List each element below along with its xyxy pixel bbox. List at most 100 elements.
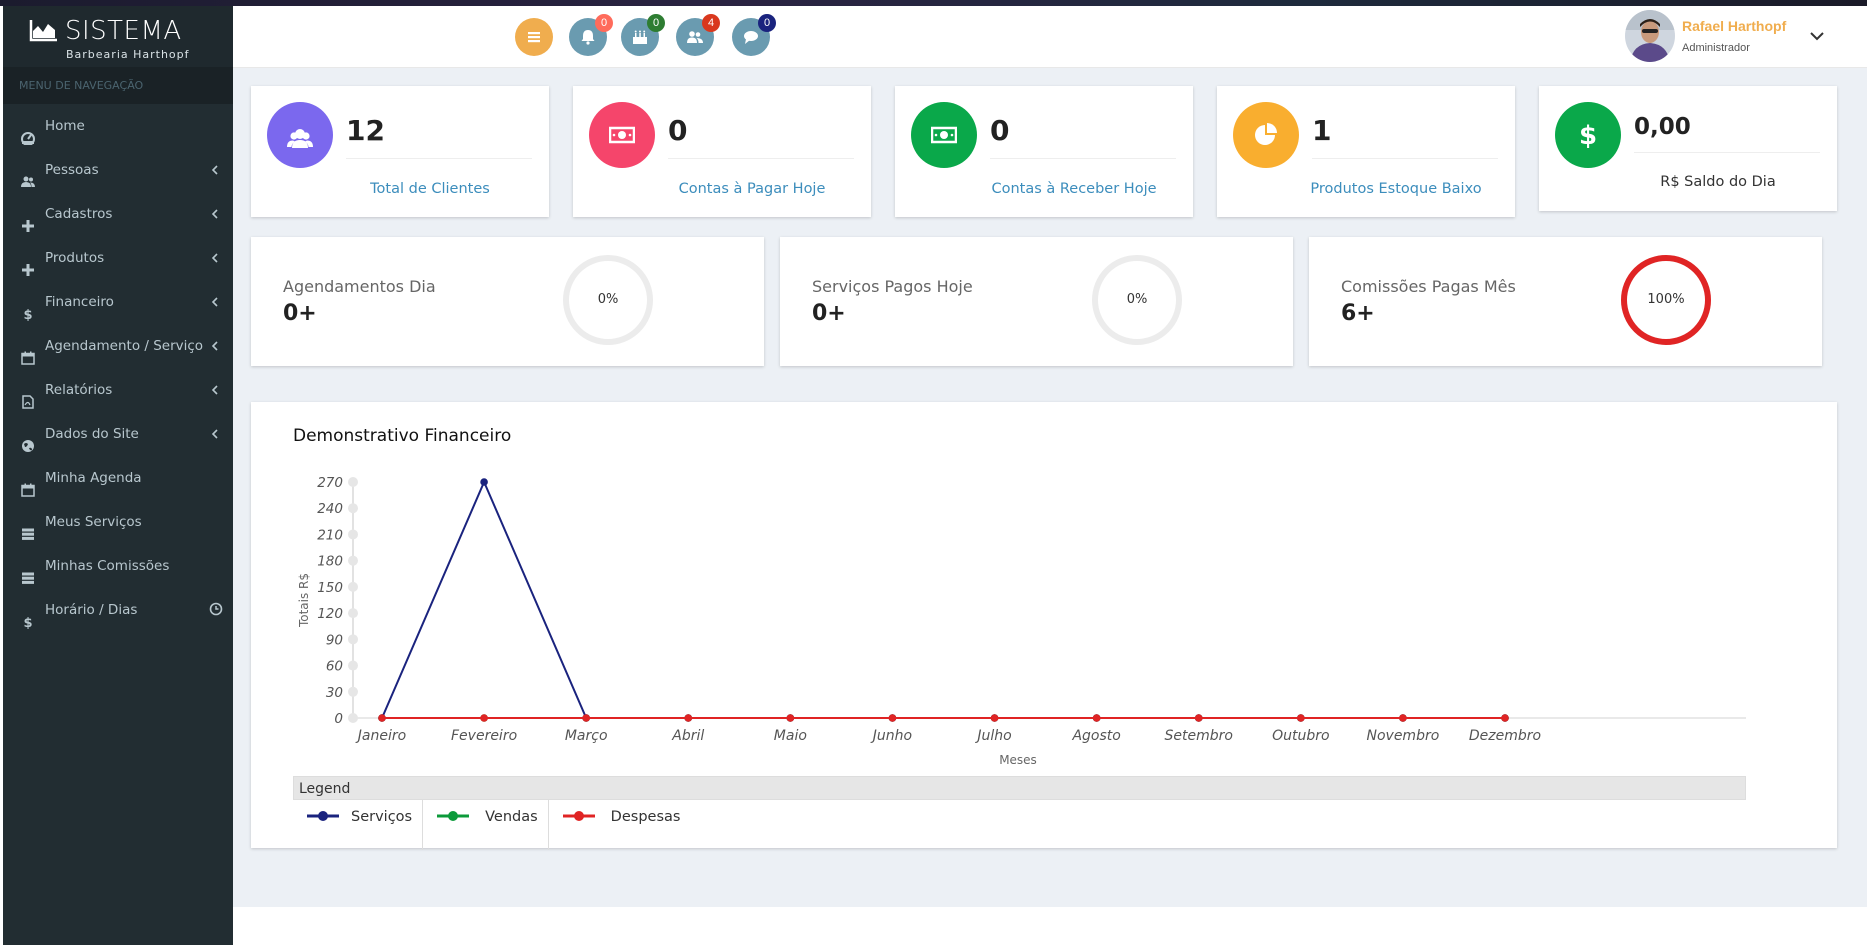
- users-button[interactable]: 4: [676, 14, 720, 56]
- stat-value: 1: [1312, 114, 1332, 147]
- divider: [346, 158, 532, 159]
- x-tick-label: Fevereiro: [451, 728, 517, 744]
- progress-percent: 100%: [1647, 292, 1685, 307]
- progress-value: 0+: [812, 301, 846, 326]
- y-tick-label: 120: [317, 606, 343, 622]
- stat-card-total-de-clientes: 12 Total de Clientes: [251, 86, 549, 217]
- area-chart-icon: [29, 20, 57, 42]
- sidebar-item-dados-do-site[interactable]: Dados do Site: [3, 412, 233, 456]
- y-tick-label: 210: [317, 527, 343, 543]
- menu-button[interactable]: [515, 18, 553, 56]
- legend-label: Serviços: [351, 809, 413, 825]
- x-tick-label: Agosto: [1071, 728, 1120, 744]
- sidebar-item-relatorios[interactable]: Relatórios: [3, 368, 233, 412]
- legend-title: Legend: [299, 781, 351, 797]
- x-tick-label: Abril: [671, 728, 704, 744]
- stat-value: 0: [990, 114, 1010, 147]
- legend-swatch: [307, 811, 339, 821]
- stat-label[interactable]: Total de Clientes: [251, 181, 549, 197]
- stat-label[interactable]: Contas à Receber Hoje: [895, 181, 1193, 197]
- stat-value: 0,00: [1634, 114, 1691, 140]
- stat-value: 12: [346, 114, 385, 147]
- sidebar-logo[interactable]: SISTEMA Barbearia Harthopf: [3, 6, 233, 68]
- progress-card-agendamentos-dia: Agendamentos Dia 0+ 0%: [251, 237, 764, 366]
- svg-text:$: $: [23, 308, 32, 321]
- app-subtitle: Barbearia Harthopf: [66, 48, 190, 61]
- users-icon: [21, 163, 35, 187]
- y-tick-label: 90: [326, 632, 343, 648]
- notification-badge: 0: [595, 14, 613, 32]
- sidebar-item-meus-servicos[interactable]: Meus Serviços: [3, 500, 233, 544]
- sidebar-item-label: Agendamento / Serviço: [45, 338, 204, 354]
- user-name[interactable]: Rafael Harthopf: [1682, 18, 1786, 34]
- sidebar: SISTEMA Barbearia Harthopf MENU DE NAVEG…: [3, 6, 233, 945]
- comment-button[interactable]: 0: [732, 14, 776, 56]
- stat-icon-circle: [267, 102, 333, 168]
- user-avatar[interactable]: [1625, 10, 1675, 62]
- legend-item-despesas[interactable]: Despesas: [549, 800, 691, 850]
- legend-swatch: [562, 811, 595, 821]
- stat-label[interactable]: Contas à Pagar Hoje: [573, 181, 871, 197]
- x-tick-label: Julho: [974, 728, 1011, 744]
- birthday-cake-icon: [633, 30, 647, 44]
- sidebar-item-pessoas[interactable]: Pessoas: [3, 148, 233, 192]
- sidebar-item-label: Pessoas: [45, 162, 99, 178]
- dollar-icon: $: [1579, 122, 1597, 148]
- server-icon: [21, 559, 35, 584]
- stat-icon-circle: [911, 102, 977, 168]
- chevron-left-icon: [211, 209, 218, 219]
- x-tick-label: Junho: [870, 728, 912, 744]
- bell-button[interactable]: 0: [569, 14, 613, 56]
- divider: [1634, 152, 1820, 153]
- stat-icon-circle: [1233, 102, 1299, 168]
- y-tick-mark: [348, 477, 358, 487]
- stat-icon-circle: [589, 102, 655, 168]
- data-point-despesas: [1399, 714, 1407, 722]
- bell-icon: [581, 30, 595, 45]
- chevron-down-icon[interactable]: [1809, 30, 1825, 42]
- chevron-left-icon: [211, 165, 218, 175]
- sidebar-item-minhas-comissoes[interactable]: Minhas Comissões: [3, 544, 233, 588]
- sidebar-item-financeiro[interactable]: $ Financeiro: [3, 280, 233, 324]
- sidebar-item-produtos[interactable]: Produtos: [3, 236, 233, 280]
- chart-legend: Serviços Vendas Despesas: [293, 800, 690, 850]
- plus-icon: [21, 251, 35, 276]
- data-point-despesas: [378, 714, 386, 722]
- y-tick-mark: [348, 529, 358, 540]
- progress-percent: 0%: [597, 292, 619, 307]
- money-bill-icon: [931, 126, 957, 144]
- progress-label: Serviços Pagos Hoje: [812, 277, 973, 296]
- y-tick-label: 150: [317, 580, 343, 596]
- legend-item-vendas[interactable]: Vendas: [423, 800, 549, 850]
- sidebar-item-label: Minha Agenda: [45, 470, 142, 486]
- calendar-icon: [21, 471, 35, 497]
- y-tick-mark: [348, 555, 358, 566]
- dollar-icon: $: [21, 603, 35, 631]
- chevron-left-icon: [211, 297, 218, 307]
- sidebar-item-label: Produtos: [45, 250, 105, 266]
- sidebar-item-home[interactable]: Home: [3, 104, 233, 148]
- progress-value: 0+: [283, 301, 317, 326]
- sidebar-item-label: Minhas Comissões: [45, 558, 170, 574]
- line-chart: 0 30 60 90 120 150 180 210 240 270 Totais R$ Janeir…: [297, 475, 1746, 767]
- x-tick-label: Novembro: [1367, 728, 1440, 744]
- sidebar-nav: Home Pessoas Cadastros Produtos $ Financeiro A…: [3, 104, 233, 632]
- users-icon: [687, 31, 703, 43]
- svg-text:$: $: [23, 616, 32, 629]
- x-tick-label: Dezembro: [1469, 728, 1541, 744]
- series-line-servicos: [381, 479, 1505, 719]
- data-point-despesas: [1194, 714, 1203, 722]
- stat-label: R$ Saldo do Dia: [1660, 174, 1776, 190]
- sidebar-item-minha-agenda[interactable]: Minha Agenda: [3, 456, 233, 500]
- sidebar-item-agendamento-servico[interactable]: Agendamento / Serviço: [3, 324, 233, 368]
- stat-label[interactable]: Produtos Estoque Baixo: [1217, 181, 1515, 197]
- data-point-despesas: [480, 714, 488, 722]
- sidebar-item-label: Horário / Dias: [45, 602, 138, 618]
- sidebar-item-horario-dias[interactable]: $ Horário / Dias: [3, 588, 233, 632]
- x-axis-label: Meses: [999, 753, 1037, 767]
- x-tick-label: Janeiro: [355, 728, 406, 744]
- divider: [1312, 158, 1498, 159]
- birthday-cake-button[interactable]: 0: [621, 14, 665, 56]
- legend-item-servicos[interactable]: Serviços: [293, 800, 424, 850]
- sidebar-item-cadastros[interactable]: Cadastros: [3, 192, 233, 236]
